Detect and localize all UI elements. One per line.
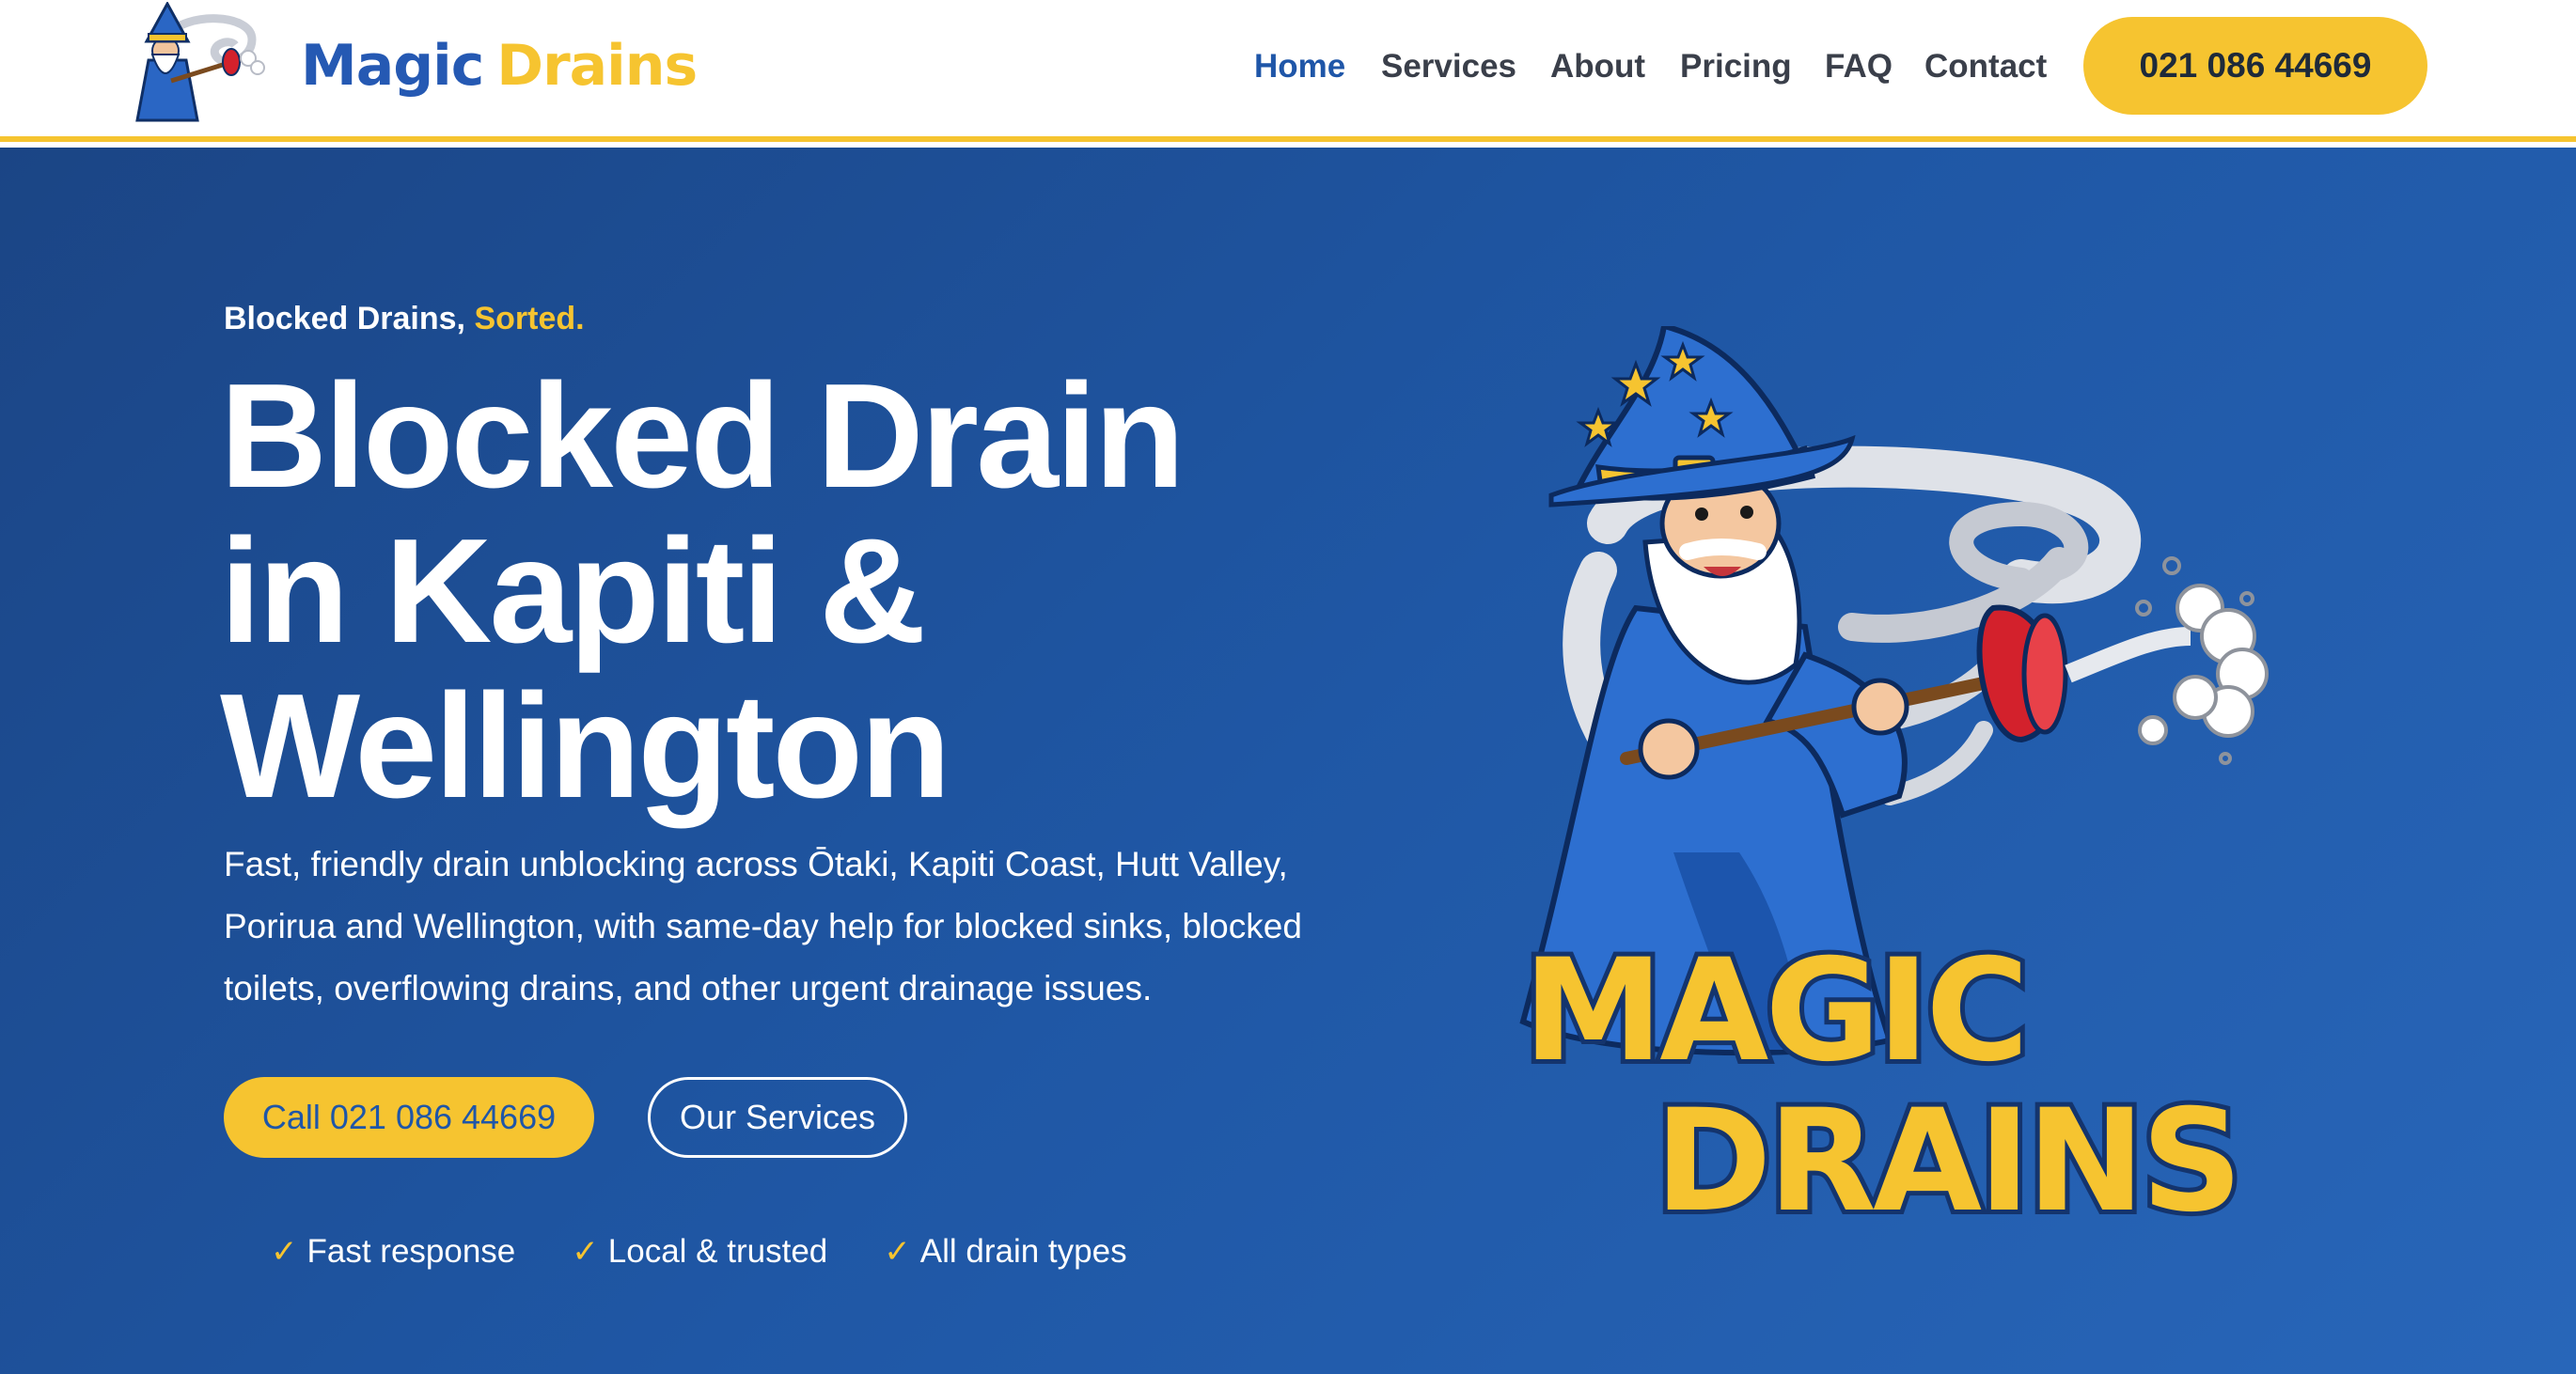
- brand-wordmark[interactable]: Magic Drains: [301, 28, 698, 103]
- nav-link-faq[interactable]: FAQ: [1825, 48, 1893, 86]
- call-button[interactable]: Call 021 086 44669: [224, 1077, 594, 1158]
- check-icon: ✓: [271, 1234, 298, 1270]
- svg-text:MAGIC: MAGIC: [1523, 929, 2025, 1093]
- brand-name-part1: Magic: [301, 33, 484, 99]
- svg-text:DRAINS: DRAINS: [1655, 1080, 2238, 1243]
- nav-link-contact[interactable]: Contact: [1924, 48, 2047, 86]
- nav-link-about[interactable]: About: [1550, 48, 1645, 86]
- wizard-mascot-illustration: MAGIC DRAINS: [1518, 326, 2269, 1248]
- check-icon: ✓: [572, 1234, 599, 1270]
- nav-link-home[interactable]: Home: [1254, 48, 1345, 86]
- hero-headline: Blocked Drain in Kapiti & Wellington: [220, 359, 1442, 824]
- nav-link-pricing[interactable]: Pricing: [1680, 48, 1792, 86]
- kicker-accent: Sorted.: [474, 301, 585, 336]
- site-header: Magic Drains Home Services About Pricing…: [0, 0, 2576, 142]
- feature-list: ✓ Fast response ✓ Local & trusted ✓ All …: [271, 1228, 1184, 1275]
- wizard-mascot-icon[interactable]: [111, 2, 276, 126]
- headline-line-2: in Kapiti &: [220, 508, 926, 674]
- hero-section: Blocked Drains, Sorted. Blocked Drain in…: [0, 148, 2576, 1374]
- brand-name-part2: Drains: [496, 33, 698, 99]
- feature-label: Local & trusted: [607, 1233, 828, 1270]
- headline-line-1: Blocked Drain: [220, 353, 1185, 519]
- feature-item: ✓ Fast response: [271, 1233, 515, 1271]
- header-phone-button[interactable]: 021 086 44669: [2083, 17, 2427, 115]
- check-icon: ✓: [884, 1234, 911, 1270]
- feature-label: Fast response: [306, 1233, 516, 1270]
- feature-item: ✓ All drain types: [884, 1233, 1126, 1271]
- our-services-button[interactable]: Our Services: [648, 1077, 907, 1158]
- feature-label: All drain types: [919, 1233, 1127, 1270]
- headline-line-3: Wellington: [220, 664, 951, 829]
- feature-item: ✓ Local & trusted: [572, 1233, 827, 1271]
- hero-lead-text: Fast, friendly drain unblocking across Ō…: [224, 845, 1302, 1007]
- kicker-prefix: Blocked Drains,: [224, 301, 465, 336]
- hero-kicker: Blocked Drains, Sorted.: [224, 301, 585, 337]
- nav-link-services[interactable]: Services: [1381, 48, 1516, 86]
